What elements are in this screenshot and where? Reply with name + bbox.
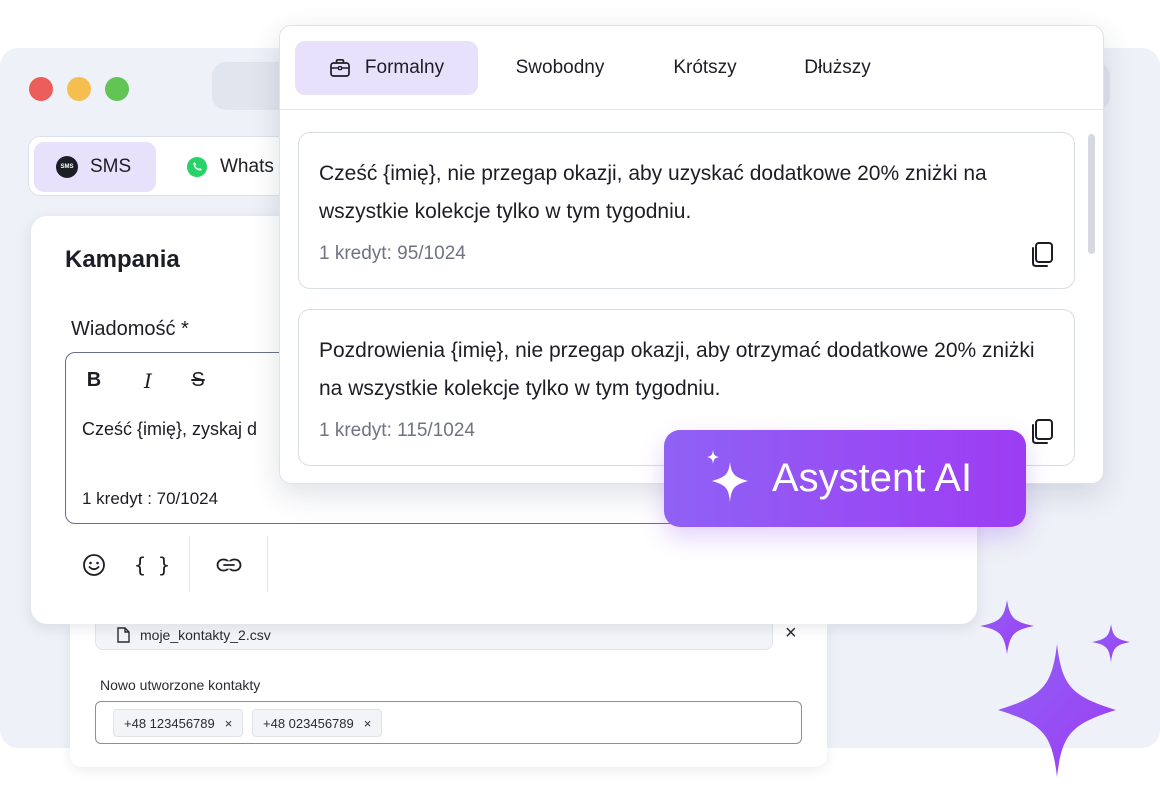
message-label: Wiadomość * [71,318,189,340]
contacts-card: moje_kontakty_2.csv × Nowo utworzone kon… [70,620,827,767]
ai-assistant-button[interactable]: Asystent AI [664,430,1026,527]
emoji-button[interactable] [75,546,113,584]
maximize-window-button[interactable] [105,77,129,101]
sparkle-icon [707,449,748,502]
contact-chip-label: +48 123456789 [124,715,215,731]
tab-whatsapp[interactable]: Whats [164,142,296,192]
strikethrough-button[interactable]: S [186,369,210,392]
italic-button[interactable]: I [136,369,160,393]
editor-toolbar: { } [65,536,305,592]
suggestion-card[interactable]: Cześć {imię}, nie przegap okazji, aby uz… [298,132,1075,289]
suggestion-credits: 1 kredyt: 115/1024 [319,420,475,441]
sms-icon: SMS [56,156,78,178]
tab-whatsapp-label: Whats [220,156,274,177]
tab-swobodny[interactable]: Swobodny [490,41,630,95]
bold-button[interactable]: B [82,369,106,392]
tone-tabs: Formalny Swobodny Krótszy Dłuższy [280,26,1103,110]
tab-sms-label: SMS [90,156,132,177]
scrollbar-thumb[interactable] [1088,134,1095,254]
remove-chip-icon[interactable]: × [364,716,372,731]
contact-chip-label: +48 023456789 [263,715,354,731]
new-contacts-input[interactable]: +48 123456789 × +48 023456789 × [95,701,802,744]
link-button[interactable] [210,546,248,584]
copy-icon[interactable] [1029,418,1055,446]
ai-suggestions-popup: Formalny Swobodny Krótszy Dłuższy Cześć … [279,25,1104,484]
toolbar-divider [267,536,268,592]
suggestion-text: Pozdrowienia {imię}, nie przegap okazji,… [319,339,1035,400]
contact-chip: +48 023456789 × [252,709,383,737]
whatsapp-icon [187,157,207,177]
new-contacts-label: Nowo utworzone kontakty [100,677,261,693]
close-window-button[interactable] [29,77,53,101]
tab-formalny-label: Formalny [364,57,445,78]
minimize-window-button[interactable] [67,77,91,101]
campaign-title: Kampania [65,246,180,273]
file-name: moje_kontakty_2.csv [140,626,271,643]
tab-dluzszy[interactable]: Dłuższy [780,41,895,95]
copy-icon[interactable] [1029,241,1055,269]
toolbar-divider [189,536,190,592]
credit-counter: 1 kredyt : 70/1024 [82,489,219,508]
remove-chip-icon[interactable]: × [225,716,233,731]
smiley-icon [83,554,105,576]
message-text[interactable]: Cześć {imię}, zyskaj d [82,419,257,440]
suggestion-credits: 1 kredyt: 95/1024 [319,243,466,264]
link-icon [216,558,242,572]
uploaded-file: moje_kontakty_2.csv [95,620,773,650]
ai-assistant-label: Asystent AI [772,456,973,500]
briefcase-icon [330,58,350,77]
tab-krotszy[interactable]: Krótszy [650,41,760,95]
variables-button[interactable]: { } [133,546,171,584]
decorative-sparkles-icon [980,600,1130,777]
suggestion-text: Cześć {imię}, nie przegap okazji, aby uz… [319,162,987,223]
tab-sms[interactable]: SMS SMS [34,142,156,192]
contact-chip: +48 123456789 × [113,709,244,737]
file-icon [117,626,130,643]
remove-file-icon[interactable]: × [785,622,797,645]
tab-formalny[interactable]: Formalny [295,41,478,95]
